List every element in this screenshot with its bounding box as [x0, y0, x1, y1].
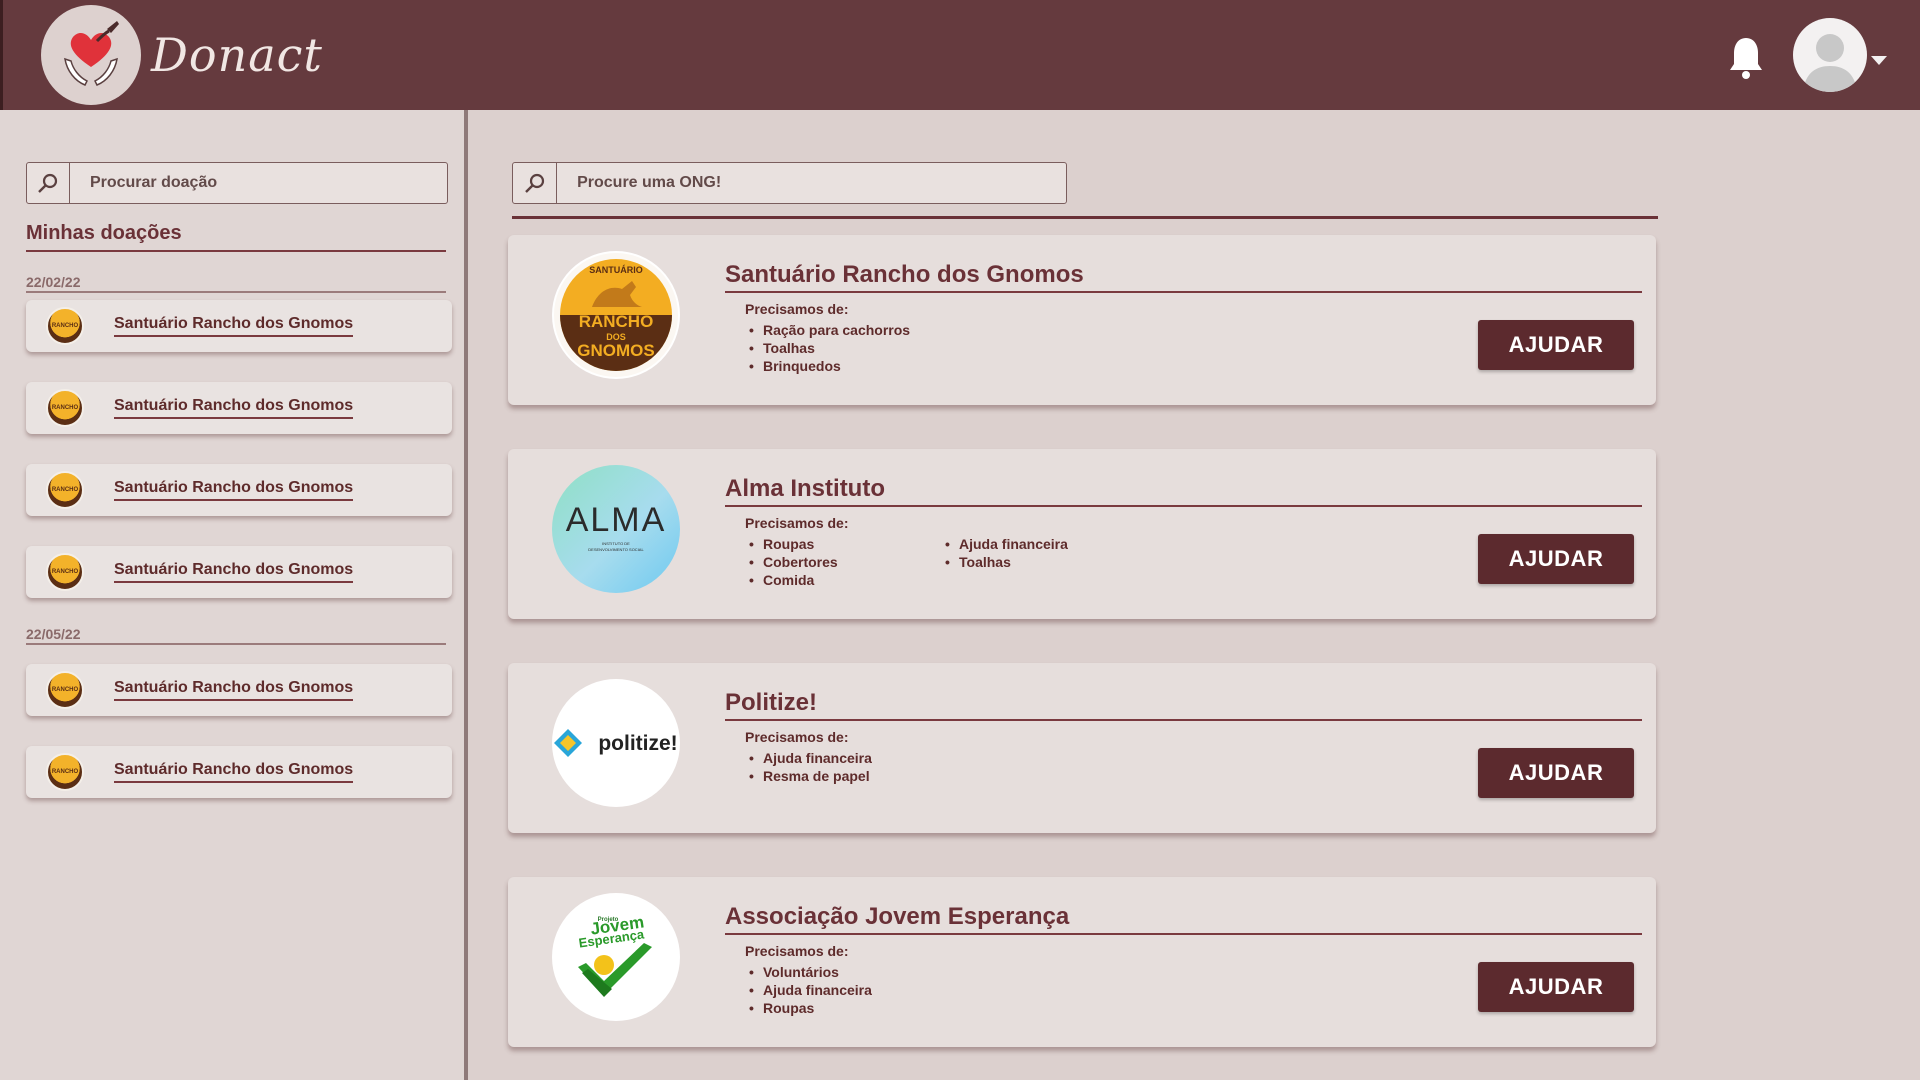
donation-date: 22/05/22 [26, 626, 81, 642]
need-item: Toalhas [941, 553, 1068, 571]
ngo-search-input[interactable] [557, 163, 1066, 203]
ngo-card: politize! Politize! Precisamos de: Ajuda… [508, 663, 1656, 833]
alma-logo-text: ALMA [566, 501, 667, 539]
needs-list: Voluntários Ajuda financeira Roupas [745, 963, 872, 1017]
donation-item-label: Santuário Rancho dos Gnomos [114, 679, 354, 701]
org-name: Santuário Rancho dos Gnomos [725, 261, 1084, 288]
needs-title: Precisamos de: [745, 729, 849, 745]
divider [725, 933, 1642, 935]
ngo-card: Projeto Jovem Esperança Associação Jovem… [508, 877, 1656, 1047]
divider [725, 291, 1642, 293]
org-name: Politize! [725, 689, 818, 716]
donation-search-input[interactable] [69, 163, 447, 203]
alma-logo: ALMA INSTITUTO DE DESENVOLVIMENTO SOCIAL [552, 465, 680, 593]
rancho-logo-text: SANTUÁRIO [589, 265, 643, 275]
jovem-logo-text: Esperança [578, 926, 646, 950]
needs-list: Ajuda financeira Toalhas [941, 535, 1068, 571]
needs-list: Ajuda financeira Resma de papel [745, 749, 872, 785]
divider [26, 291, 446, 293]
rancho-logo-text: GNOMOS [577, 341, 654, 360]
donation-item-label: Santuário Rancho dos Gnomos [114, 397, 354, 419]
divider [725, 719, 1642, 721]
search-icon [27, 163, 70, 203]
needs-title: Precisamos de: [745, 301, 849, 317]
rancho-logo: SANTUÁRIO RANCHO DOS GNOMOS [552, 251, 680, 379]
ngo-card: ALMA INSTITUTO DE DESENVOLVIMENTO SOCIAL… [508, 449, 1656, 619]
need-item: Ajuda financeira [941, 535, 1068, 553]
need-item: Ração para cachorros [745, 321, 910, 339]
politize-logo: politize! [552, 679, 680, 807]
needs-list: Roupas Cobertores Comida [745, 535, 838, 589]
heart-hands-icon [64, 21, 119, 86]
donation-search [26, 162, 448, 204]
org-logo-icon: RANCHO [46, 471, 84, 509]
app-logo[interactable] [41, 5, 141, 105]
donation-item[interactable]: RANCHO Santuário Rancho dos Gnomos [26, 382, 452, 434]
top-header: Donact [0, 0, 1920, 110]
donation-item-label: Santuário Rancho dos Gnomos [114, 761, 354, 783]
donation-item-label: Santuário Rancho dos Gnomos [114, 561, 354, 583]
alma-logo-text: DESENVOLVIMENTO SOCIAL [588, 547, 644, 552]
org-logo-icon: RANCHO [46, 553, 84, 591]
need-item: Resma de papel [745, 767, 872, 785]
donation-date: 22/02/22 [26, 274, 81, 290]
user-avatar[interactable] [1793, 18, 1867, 92]
need-item: Brinquedos [745, 357, 910, 375]
org-logo-icon: RANCHO [46, 389, 84, 427]
donation-item[interactable]: RANCHO Santuário Rancho dos Gnomos [26, 664, 452, 716]
ngo-card: SANTUÁRIO RANCHO DOS GNOMOS Santuário Ra… [508, 235, 1656, 405]
app-name: Donact [151, 28, 323, 82]
org-logo-icon: RANCHO [46, 671, 84, 709]
search-icon [513, 163, 558, 203]
org-name: Alma Instituto [725, 475, 885, 502]
divider [26, 643, 446, 645]
need-item: Ajuda financeira [745, 749, 872, 767]
bell-icon[interactable] [1728, 34, 1764, 80]
org-name: Associação Jovem Esperança [725, 903, 1070, 930]
need-item: Roupas [745, 535, 838, 553]
jovem-esperanca-logo: Projeto Jovem Esperança [552, 893, 680, 1021]
help-button[interactable]: AJUDAR [1478, 534, 1634, 584]
need-item: Cobertores [745, 553, 838, 571]
org-logo-icon: RANCHO [46, 753, 84, 791]
donation-item-label: Santuário Rancho dos Gnomos [114, 315, 354, 337]
need-item: Voluntários [745, 963, 872, 981]
politize-logo-text: politize! [598, 732, 677, 755]
need-item: Roupas [745, 999, 872, 1017]
donation-item[interactable]: RANCHO Santuário Rancho dos Gnomos [26, 300, 452, 352]
donation-item-label: Santuário Rancho dos Gnomos [114, 479, 354, 501]
needs-title: Precisamos de: [745, 943, 849, 959]
donation-item[interactable]: RANCHO Santuário Rancho dos Gnomos [26, 746, 452, 798]
org-logo-icon: RANCHO [46, 307, 84, 345]
divider [26, 250, 446, 252]
need-item: Ajuda financeira [745, 981, 872, 999]
chevron-down-icon[interactable] [1871, 56, 1887, 65]
need-item: Comida [745, 571, 838, 589]
user-avatar-icon [1803, 34, 1857, 92]
help-button[interactable]: AJUDAR [1478, 320, 1634, 370]
ngo-search [512, 162, 1067, 204]
divider [512, 216, 1658, 219]
rancho-logo-text: RANCHO [579, 312, 654, 331]
divider [725, 505, 1642, 507]
help-button[interactable]: AJUDAR [1478, 748, 1634, 798]
my-donations-title: Minhas doações [26, 222, 182, 244]
help-button[interactable]: AJUDAR [1478, 962, 1634, 1012]
needs-list: Ração para cachorros Toalhas Brinquedos [745, 321, 910, 375]
donation-item[interactable]: RANCHO Santuário Rancho dos Gnomos [26, 546, 452, 598]
alma-logo-text: INSTITUTO DE [602, 541, 630, 546]
needs-title: Precisamos de: [745, 515, 849, 531]
donation-item[interactable]: RANCHO Santuário Rancho dos Gnomos [26, 464, 452, 516]
need-item: Toalhas [745, 339, 910, 357]
